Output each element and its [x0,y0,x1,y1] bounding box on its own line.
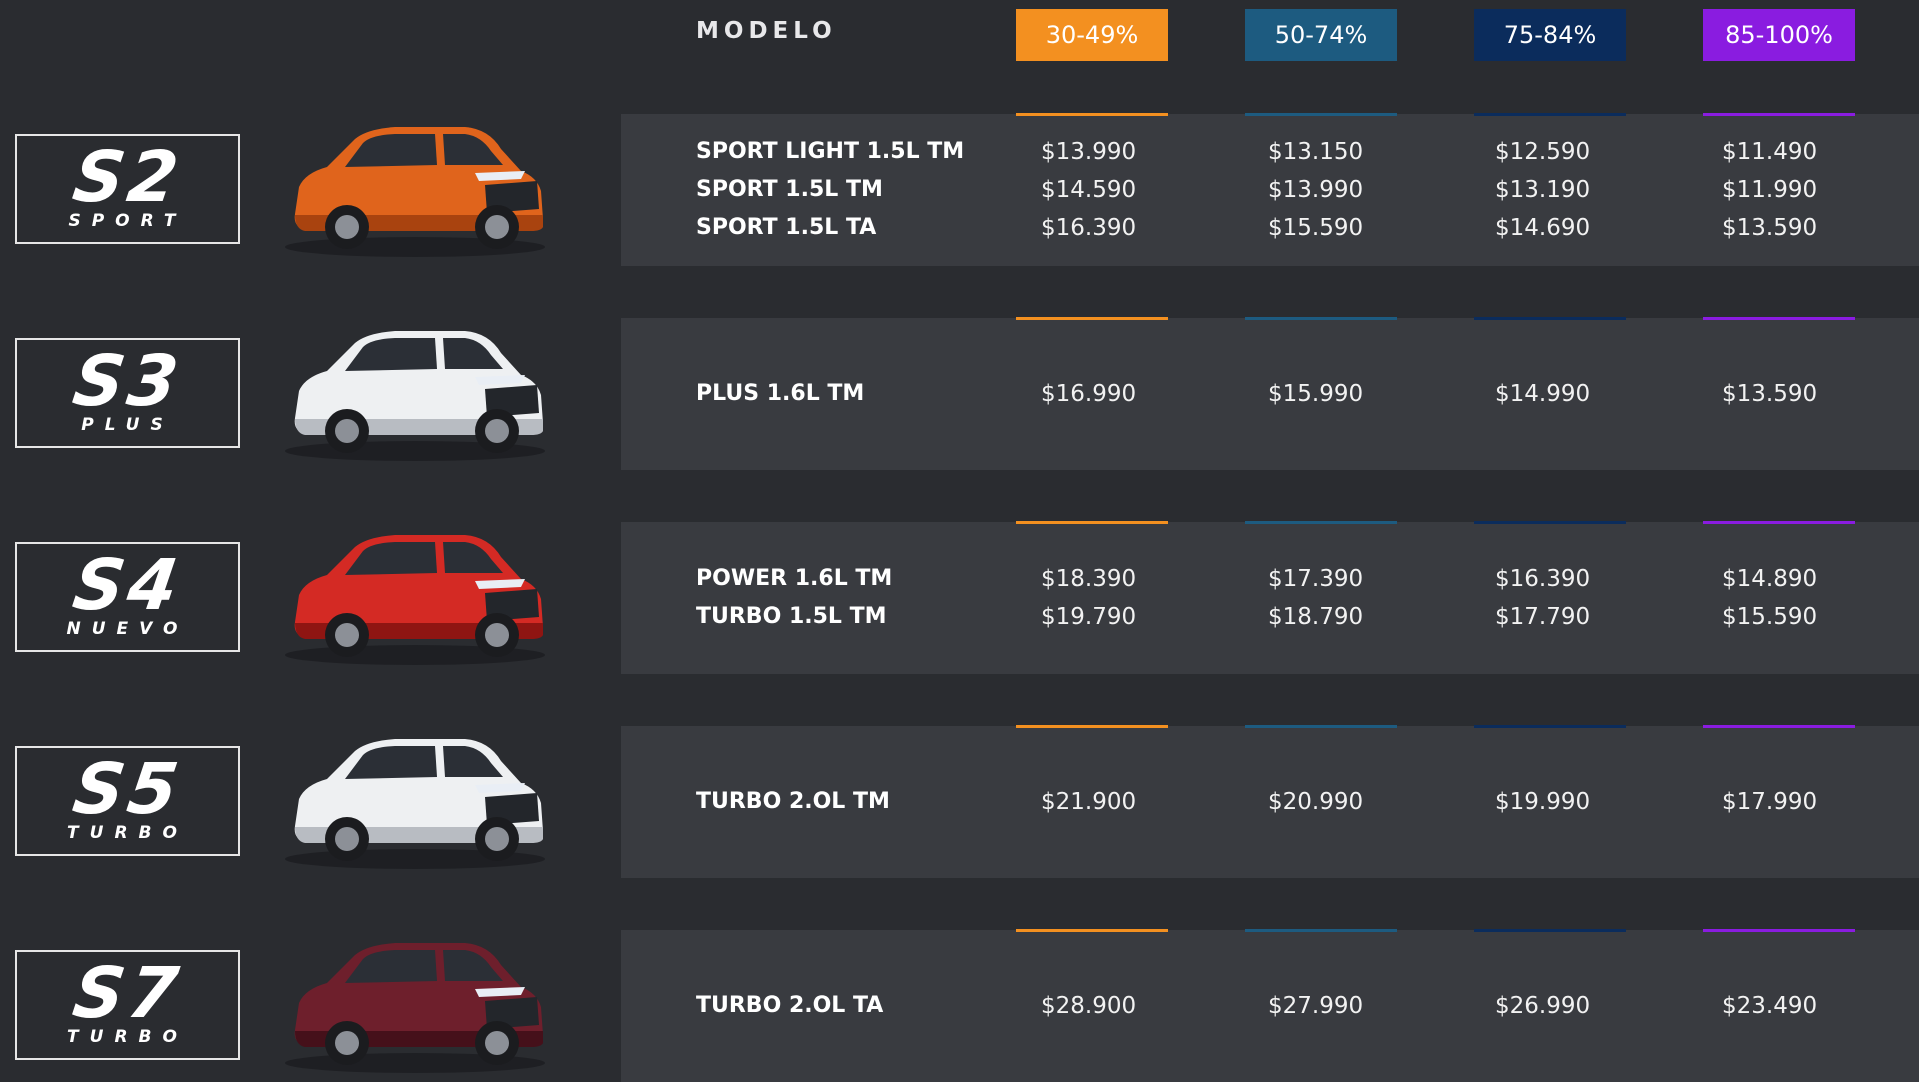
price-value: $14.990 [1495,381,1591,407]
price-column-1: $21.900 [1041,726,1201,878]
price-value: $14.690 [1495,215,1591,241]
price-value: $11.990 [1722,177,1818,203]
price-value: $20.990 [1268,789,1364,815]
model-versions: SPORT LIGHT 1.5L TM SPORT 1.5L TM SPORT 1.… [696,114,996,266]
price-value: $17.990 [1722,789,1818,815]
model-versions: TURBO 2.OL TA [696,930,996,1082]
price-value: $15.990 [1268,381,1364,407]
price-value: $21.900 [1041,789,1137,815]
model-version-name: TURBO 1.5L TM [696,604,887,629]
price-value: $26.990 [1495,993,1591,1019]
price-value: $14.890 [1722,566,1818,592]
price-value: $27.990 [1268,993,1364,1019]
price-column-1: $16.990 [1041,318,1201,470]
model-badge-s5: S5 TURBO [15,746,240,856]
price-column-4: $14.890 $15.590 [1722,522,1882,674]
car-image [275,109,555,263]
price-column-4: $17.990 [1722,726,1882,878]
price-column-2: $15.990 [1268,318,1428,470]
price-value: $16.390 [1041,215,1137,241]
price-value: $13.590 [1722,215,1818,241]
price-column-1: $18.390 $19.790 [1041,522,1201,674]
price-value: $13.150 [1268,139,1364,165]
model-version-name: POWER 1.6L TM [696,566,893,591]
price-value: $28.900 [1041,993,1137,1019]
car-image [275,721,555,875]
price-column-3: $14.990 [1495,318,1655,470]
price-column-2: $27.990 [1268,930,1428,1082]
model-version-name: PLUS 1.6L TM [696,381,865,406]
price-value: $19.990 [1495,789,1591,815]
model-badge-s7: S7 TURBO [15,950,240,1060]
price-value: $13.590 [1722,381,1818,407]
price-value: $15.590 [1268,215,1364,241]
tier-header-3: 75-84% [1474,9,1626,61]
model-version-name: TURBO 2.OL TA [696,993,884,1018]
model-badge-s2: S2 SPORT [15,134,240,244]
modelo-header: MODELO [696,18,837,44]
price-column-1: $13.990 $14.590 $16.390 [1041,114,1201,266]
price-value: $12.590 [1495,139,1591,165]
model-version-name: SPORT LIGHT 1.5L TM [696,139,965,164]
price-column-3: $16.390 $17.790 [1495,522,1655,674]
price-value: $17.790 [1495,604,1591,630]
car-image [275,313,555,467]
tier-header-1: 30-49% [1016,9,1168,61]
price-column-4: $11.490 $11.990 $13.590 [1722,114,1882,266]
tier-header-4: 85-100% [1703,9,1855,61]
badge-model-code: S7 [68,952,187,1034]
price-column-2: $20.990 [1268,726,1428,878]
price-value: $15.590 [1722,604,1818,630]
price-value: $14.590 [1041,177,1137,203]
model-version-name: SPORT 1.5L TA [696,215,877,240]
car-image [275,925,555,1079]
model-version-name: SPORT 1.5L TM [696,177,883,202]
price-column-4: $13.590 [1722,318,1882,470]
badge-model-code: S5 [68,748,187,830]
price-value: $19.790 [1041,604,1137,630]
price-column-3: $19.990 [1495,726,1655,878]
price-column-2: $17.390 $18.790 [1268,522,1428,674]
model-versions: PLUS 1.6L TM [696,318,996,470]
price-value: $11.490 [1722,139,1818,165]
badge-model-code: S4 [68,544,187,626]
price-column-3: $26.990 [1495,930,1655,1082]
model-versions: POWER 1.6L TM TURBO 1.5L TM [696,522,996,674]
price-value: $13.990 [1268,177,1364,203]
model-badge-s3: S3 PLUS [15,338,240,448]
price-value: $18.790 [1268,604,1364,630]
price-value: $23.490 [1722,993,1818,1019]
price-value: $18.390 [1041,566,1137,592]
price-column-4: $23.490 [1722,930,1882,1082]
tier-header-2: 50-74% [1245,9,1397,61]
model-badge-s4: S4 NUEVO [15,542,240,652]
price-column-2: $13.150 $13.990 $15.590 [1268,114,1428,266]
model-version-name: TURBO 2.OL TM [696,789,890,814]
price-column-1: $28.900 [1041,930,1201,1082]
price-value: $17.390 [1268,566,1364,592]
price-value: $13.990 [1041,139,1137,165]
car-image [275,517,555,671]
badge-model-code: S2 [68,136,187,218]
price-value: $16.390 [1495,566,1591,592]
price-value: $13.190 [1495,177,1591,203]
model-versions: TURBO 2.OL TM [696,726,996,878]
price-value: $16.990 [1041,381,1137,407]
badge-model-code: S3 [68,340,187,422]
price-column-3: $12.590 $13.190 $14.690 [1495,114,1655,266]
